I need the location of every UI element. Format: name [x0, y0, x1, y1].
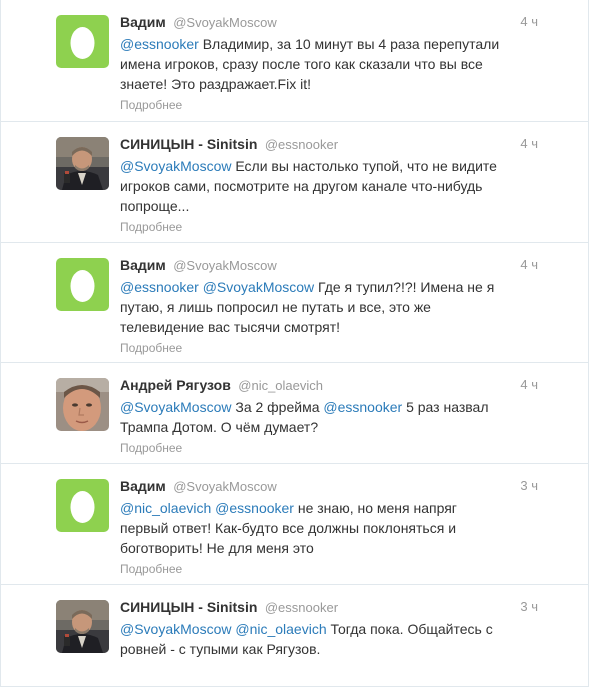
- details-link[interactable]: Подробнее: [120, 440, 538, 456]
- author-handle[interactable]: @SvoyakMoscow: [173, 479, 277, 494]
- details-link[interactable]: Подробнее: [120, 340, 538, 356]
- author-name[interactable]: Вадим: [120, 257, 166, 273]
- author-handle[interactable]: @nic_olaevich: [238, 378, 323, 393]
- mention-link[interactable]: @essnooker: [323, 399, 402, 415]
- tweet-timestamp[interactable]: 4 ч: [520, 256, 538, 274]
- details-link[interactable]: Подробнее: [120, 219, 538, 235]
- tweet-text: @essnooker @SvoyakMoscow Где я тупил?!?!…: [120, 277, 538, 337]
- tweet-text: @essnooker Владимир, за 10 минут вы 4 ра…: [120, 34, 538, 94]
- man-photo-avatar[interactable]: [56, 600, 109, 653]
- mention-link[interactable]: @nic_olaevich: [120, 500, 211, 516]
- tweet-text: @SvoyakMoscow Если вы настолько тупой, ч…: [120, 156, 538, 216]
- author-handle[interactable]: @essnooker: [265, 137, 338, 152]
- tweet[interactable]: Вадим @SvoyakMoscow 3 ч @nic_olaevich @e…: [1, 464, 588, 585]
- author-handle[interactable]: @essnooker: [265, 600, 338, 615]
- mention-link[interactable]: @SvoyakMoscow: [120, 621, 231, 637]
- tweet-text: @nic_olaevich @essnooker не знаю, но мен…: [120, 498, 538, 558]
- tweet-timestamp[interactable]: 4 ч: [520, 376, 538, 394]
- tweet-text: @SvoyakMoscow @nic_olaevich Тогда пока. …: [120, 619, 538, 659]
- author-name[interactable]: СИНИЦЫН - Sinitsin: [120, 136, 257, 152]
- tweet-text: @SvoyakMoscow За 2 фрейма @essnooker 5 р…: [120, 397, 538, 437]
- egg-avatar[interactable]: [56, 258, 109, 311]
- tweet-timestamp[interactable]: 3 ч: [520, 598, 538, 616]
- mention-link[interactable]: @SvoyakMoscow: [203, 279, 314, 295]
- mention-link[interactable]: @SvoyakMoscow: [120, 158, 231, 174]
- tweet-text-segment: За 2 фрейма: [231, 399, 324, 415]
- man-photo-avatar[interactable]: [56, 137, 109, 190]
- tweet[interactable]: Андрей Рягузов @nic_olaevich 4 ч @Svoyak…: [1, 363, 588, 464]
- tweet-timestamp[interactable]: 4 ч: [520, 135, 538, 153]
- author-name[interactable]: СИНИЦЫН - Sinitsin: [120, 599, 257, 615]
- author-name[interactable]: Вадим: [120, 14, 166, 30]
- tweet-timestamp[interactable]: 4 ч: [520, 13, 538, 31]
- tweet[interactable]: СИНИЦЫН - Sinitsin @essnooker 4 ч @Svoya…: [1, 122, 588, 243]
- author-handle[interactable]: @SvoyakMoscow: [173, 15, 277, 30]
- mention-link[interactable]: @nic_olaevich: [235, 621, 326, 637]
- author-name[interactable]: Андрей Рягузов: [120, 377, 231, 393]
- author-name[interactable]: Вадим: [120, 478, 166, 494]
- details-link[interactable]: Подробнее: [120, 97, 538, 113]
- mention-link[interactable]: @essnooker: [120, 36, 199, 52]
- tweet[interactable]: Вадим @SvoyakMoscow 4 ч @essnooker Влади…: [1, 0, 588, 122]
- tweet[interactable]: СИНИЦЫН - Sinitsin @essnooker 3 ч @Svoya…: [1, 585, 588, 687]
- mention-link[interactable]: @SvoyakMoscow: [120, 399, 231, 415]
- egg-avatar[interactable]: [56, 479, 109, 532]
- author-handle[interactable]: @SvoyakMoscow: [173, 258, 277, 273]
- tweet-timeline: Вадим @SvoyakMoscow 4 ч @essnooker Влади…: [0, 0, 589, 687]
- face-photo-avatar[interactable]: [56, 378, 109, 431]
- egg-avatar[interactable]: [56, 15, 109, 68]
- mention-link[interactable]: @essnooker: [215, 500, 294, 516]
- tweet-timestamp[interactable]: 3 ч: [520, 477, 538, 495]
- mention-link[interactable]: @essnooker: [120, 279, 199, 295]
- details-link[interactable]: Подробнее: [120, 561, 538, 577]
- tweet[interactable]: Вадим @SvoyakMoscow 4 ч @essnooker @Svoy…: [1, 243, 588, 363]
